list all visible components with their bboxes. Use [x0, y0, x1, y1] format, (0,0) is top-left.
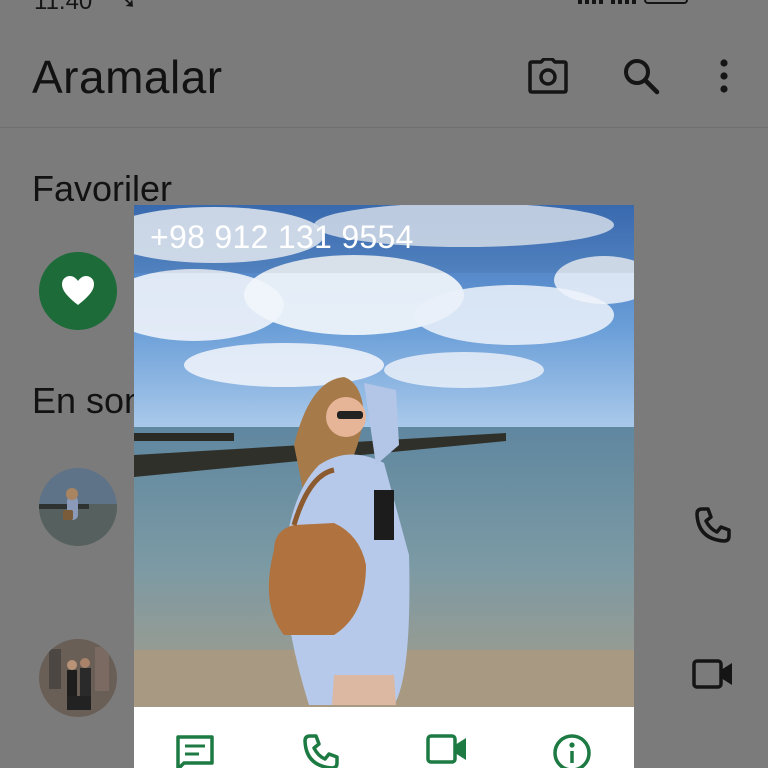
avatar[interactable] [39, 468, 117, 546]
status-bar: 11:40 ➘ [0, 0, 768, 22]
signal-icon [578, 0, 603, 4]
contact-photo: +98 912 131 9554 [134, 205, 634, 707]
video-icon[interactable] [424, 733, 470, 768]
page-title: Aramalar [32, 51, 223, 103]
search-icon[interactable] [617, 52, 665, 100]
favorites-heading: Favoriler [32, 168, 173, 209]
heart-icon [62, 276, 94, 305]
recent-heading: En son [32, 380, 145, 421]
call-phone-icon[interactable] [690, 502, 736, 548]
info-icon[interactable] [549, 733, 595, 768]
signal-icon-2 [611, 0, 636, 4]
contact-photo-popup: +98 912 131 9554 [134, 205, 634, 768]
status-time: 11:40 [34, 0, 93, 15]
message-icon[interactable] [172, 733, 218, 768]
phone-icon[interactable] [298, 733, 344, 768]
more-vert-icon[interactable] [700, 52, 748, 100]
popup-action-bar [134, 707, 634, 768]
favorite-avatar[interactable] [39, 252, 117, 330]
video-call-icon[interactable] [690, 651, 736, 697]
contact-phone-number: +98 912 131 9554 [150, 219, 414, 255]
app-bar: Aramalar [0, 40, 768, 128]
battery-icon [644, 0, 688, 4]
navigation-arrow-icon: ➘ [118, 0, 137, 13]
camera-icon[interactable] [524, 52, 572, 100]
avatar-2[interactable] [39, 639, 117, 717]
status-icons [578, 0, 688, 4]
